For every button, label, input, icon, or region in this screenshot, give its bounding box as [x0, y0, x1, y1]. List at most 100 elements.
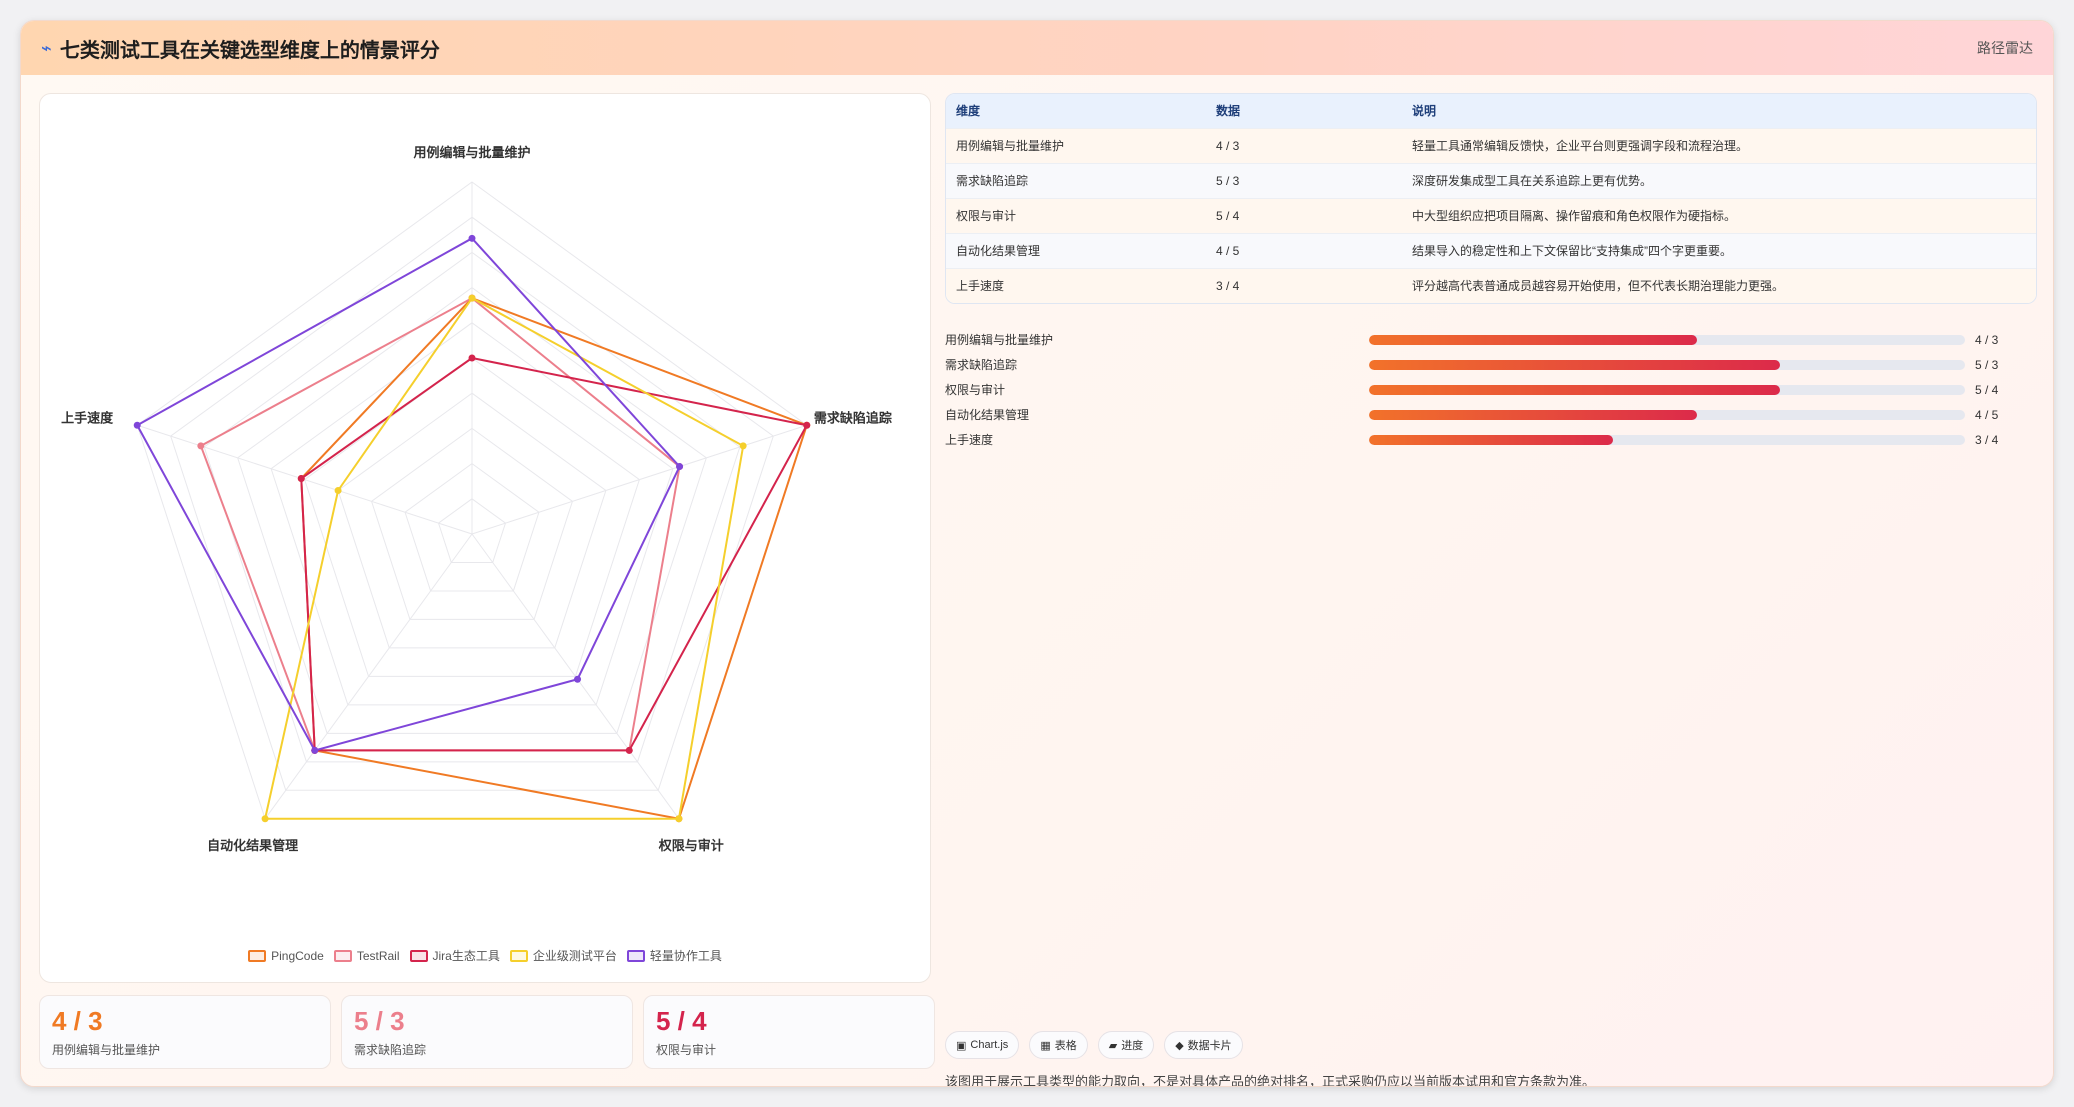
series-line — [263, 296, 745, 820]
page-title: 七类测试工具在关键选型维度上的情景评分 — [59, 39, 440, 62]
table-row: 自动化结果管理 4 / 5 结果导入的稳定性和上下文保留比“支持集成”四个字更重要。 — [946, 232, 2036, 268]
progress-value: 5 / 4 — [1975, 382, 1999, 397]
legend-item[interactable]: 企业级测试平台 — [509, 947, 617, 964]
data-point — [133, 421, 141, 429]
legend-swatch — [509, 949, 528, 962]
progress-fill — [1369, 434, 1614, 445]
tag-chip[interactable]: ▦ 表格 — [1029, 1031, 1088, 1059]
table-header-data: 数据 — [1216, 104, 1241, 119]
legend-item[interactable]: PingCode — [248, 947, 324, 964]
table-cell: 评分越高代表普通成员越容易开始使用，但不代表长期治理能力更强。 — [1402, 267, 2036, 303]
stat-label: 用例编辑与批量维护 — [52, 1043, 161, 1057]
data-point — [311, 746, 319, 754]
axis-label: 自动化结果管理 — [207, 838, 298, 853]
stat-label: 权限与审计 — [656, 1043, 717, 1057]
table-row: 上手速度 3 / 4 评分越高代表普通成员越容易开始使用，但不代表长期治理能力更强。 — [946, 267, 2036, 303]
legend-swatch — [248, 949, 267, 962]
progress-track — [1369, 409, 1965, 420]
tag-label: 进度 — [1121, 1040, 1144, 1052]
legend-item[interactable]: 轻量协作工具 — [626, 947, 722, 964]
series-line — [300, 356, 809, 752]
axis-label: 权限与审计 — [658, 838, 724, 853]
data-point — [676, 463, 684, 471]
data-point — [468, 234, 476, 242]
progress-label: 自动化结果管理 — [945, 408, 1030, 422]
table-row: 权限与审计 5 / 4 中大型组织应把项目隔离、操作留痕和角色权限作为硬指标。 — [946, 197, 2036, 233]
data-point — [739, 442, 747, 450]
stat-cards: 4 / 3 用例编辑与批量维护 5 / 3 需求缺陷追踪 5 / 4 权限与审计 — [39, 995, 935, 1069]
data-point — [574, 675, 582, 683]
progress-row: 用例编辑与批量维护 4 / 3 — [945, 327, 2037, 352]
legend-swatch — [409, 949, 428, 962]
progress-fill — [1369, 384, 1781, 395]
table-header-dimension: 维度 — [956, 104, 981, 119]
dimension-table: 维度 数据 说明 用例编辑与批量维护 4 / 3 轻量工具通常编辑反馈快，企业平台则… — [945, 93, 2037, 304]
table-cell: 5 / 4 — [1206, 197, 1402, 233]
table-cell: 权限与审计 — [946, 197, 1206, 233]
legend-item[interactable]: TestRail — [333, 947, 400, 964]
stat-card: 5 / 3 需求缺陷追踪 — [341, 995, 633, 1069]
data-point — [803, 421, 811, 429]
data-point — [334, 486, 342, 494]
data-point — [625, 746, 633, 754]
table-cell: 结果导入的稳定性和上下文保留比“支持集成”四个字更重要。 — [1402, 232, 2036, 268]
data-point — [675, 815, 683, 823]
chart-legend: PingCode TestRail Jira生态工具 企业级测试平台 轻量协作工具 — [40, 947, 930, 964]
progress-track — [1369, 384, 1965, 395]
table-cell: 5 / 3 — [1206, 162, 1402, 198]
table-header-description: 说明 — [1412, 104, 1437, 119]
stat-value: 5 / 3 — [354, 1006, 405, 1036]
legend-label: 企业级测试平台 — [532, 949, 617, 963]
table-cell: 中大型组织应把项目隔离、操作留痕和角色权限作为硬指标。 — [1402, 197, 2036, 233]
tag-label: 数据卡片 — [1187, 1040, 1232, 1052]
tag-chip[interactable]: ◆ 数据卡片 — [1164, 1031, 1243, 1059]
legend-label: PingCode — [271, 948, 324, 963]
axis-label: 上手速度 — [61, 411, 114, 426]
stat-card: 4 / 3 用例编辑与批量维护 — [39, 995, 331, 1069]
tag-label: 表格 — [1054, 1040, 1077, 1052]
progress-list: 用例编辑与批量维护 4 / 3 需求缺陷追踪 5 / 3 权限与审计 5 / 4 自动化结果… — [945, 327, 2037, 452]
table-cell: 4 / 5 — [1206, 232, 1402, 268]
legend-swatch — [626, 949, 645, 962]
tag-chip[interactable]: ▣ Chart.js — [945, 1031, 1020, 1059]
footnote: 该图用于展示工具类型的能力取向，不是对具体产品的绝对排名，正式采购仍应以当前版本… — [945, 1074, 1596, 1087]
table-header-row: 维度 数据 说明 — [946, 94, 2036, 128]
progress-row: 权限与审计 5 / 4 — [945, 377, 2037, 402]
card-icon: ◆ — [1175, 1039, 1184, 1052]
table-cell: 用例编辑与批量维护 — [946, 127, 1206, 163]
radar-chart: 用例编辑与批量维护需求缺陷追踪权限与审计 自动化结果管理 上手速度 — [61, 145, 892, 853]
progress-track — [1369, 434, 1965, 445]
chart-icon: ▣ — [956, 1039, 967, 1052]
data-point — [261, 815, 269, 823]
table-row: 用例编辑与批量维护 4 / 3 轻量工具通常编辑反馈快，企业平台则更强调字段和流程治… — [946, 127, 2036, 163]
stat-label: 需求缺陷追踪 — [354, 1043, 427, 1057]
progress-row: 上手速度 3 / 4 — [945, 427, 2037, 452]
progress-icon: ▰ — [1108, 1039, 1118, 1052]
header-bar: ⌁ 七类测试工具在关键选型维度上的情景评分 路径雷达 — [21, 21, 2053, 75]
progress-value: 4 / 5 — [1975, 407, 1999, 422]
legend-label: TestRail — [356, 948, 400, 963]
progress-label: 需求缺陷追踪 — [945, 358, 1018, 372]
progress-label: 权限与审计 — [945, 383, 1006, 397]
progress-value: 5 / 3 — [1975, 357, 1999, 372]
table-cell: 深度研发集成型工具在关系追踪上更有优势。 — [1402, 162, 2036, 198]
stat-value: 5 / 4 — [656, 1006, 707, 1036]
legend-swatch — [333, 949, 352, 962]
legend-item[interactable]: Jira生态工具 — [409, 947, 500, 964]
radar-chart-panel: 用例编辑与批量维护 需求缺陷追踪 权限与审计 自动化结果管理 上手速度 PingCode… — [39, 93, 931, 983]
table-cell: 上手速度 — [946, 267, 1206, 303]
progress-fill — [1369, 409, 1697, 420]
progress-label: 上手速度 — [945, 433, 994, 447]
progress-row: 需求缺陷追踪 5 / 3 — [945, 352, 2037, 377]
progress-label: 用例编辑与批量维护 — [945, 333, 1054, 347]
progress-track — [1369, 359, 1965, 370]
progress-fill — [1369, 334, 1697, 345]
progress-track — [1369, 334, 1965, 345]
series-line — [199, 296, 681, 752]
data-point — [197, 442, 205, 450]
route-label[interactable]: 路径雷达 — [1977, 38, 2033, 58]
progress-value: 3 / 4 — [1975, 432, 1999, 447]
tag-chip[interactable]: ▰ 进度 — [1097, 1031, 1155, 1059]
legend-label: 轻量协作工具 — [649, 949, 722, 963]
table-icon: ▦ — [1040, 1039, 1051, 1052]
